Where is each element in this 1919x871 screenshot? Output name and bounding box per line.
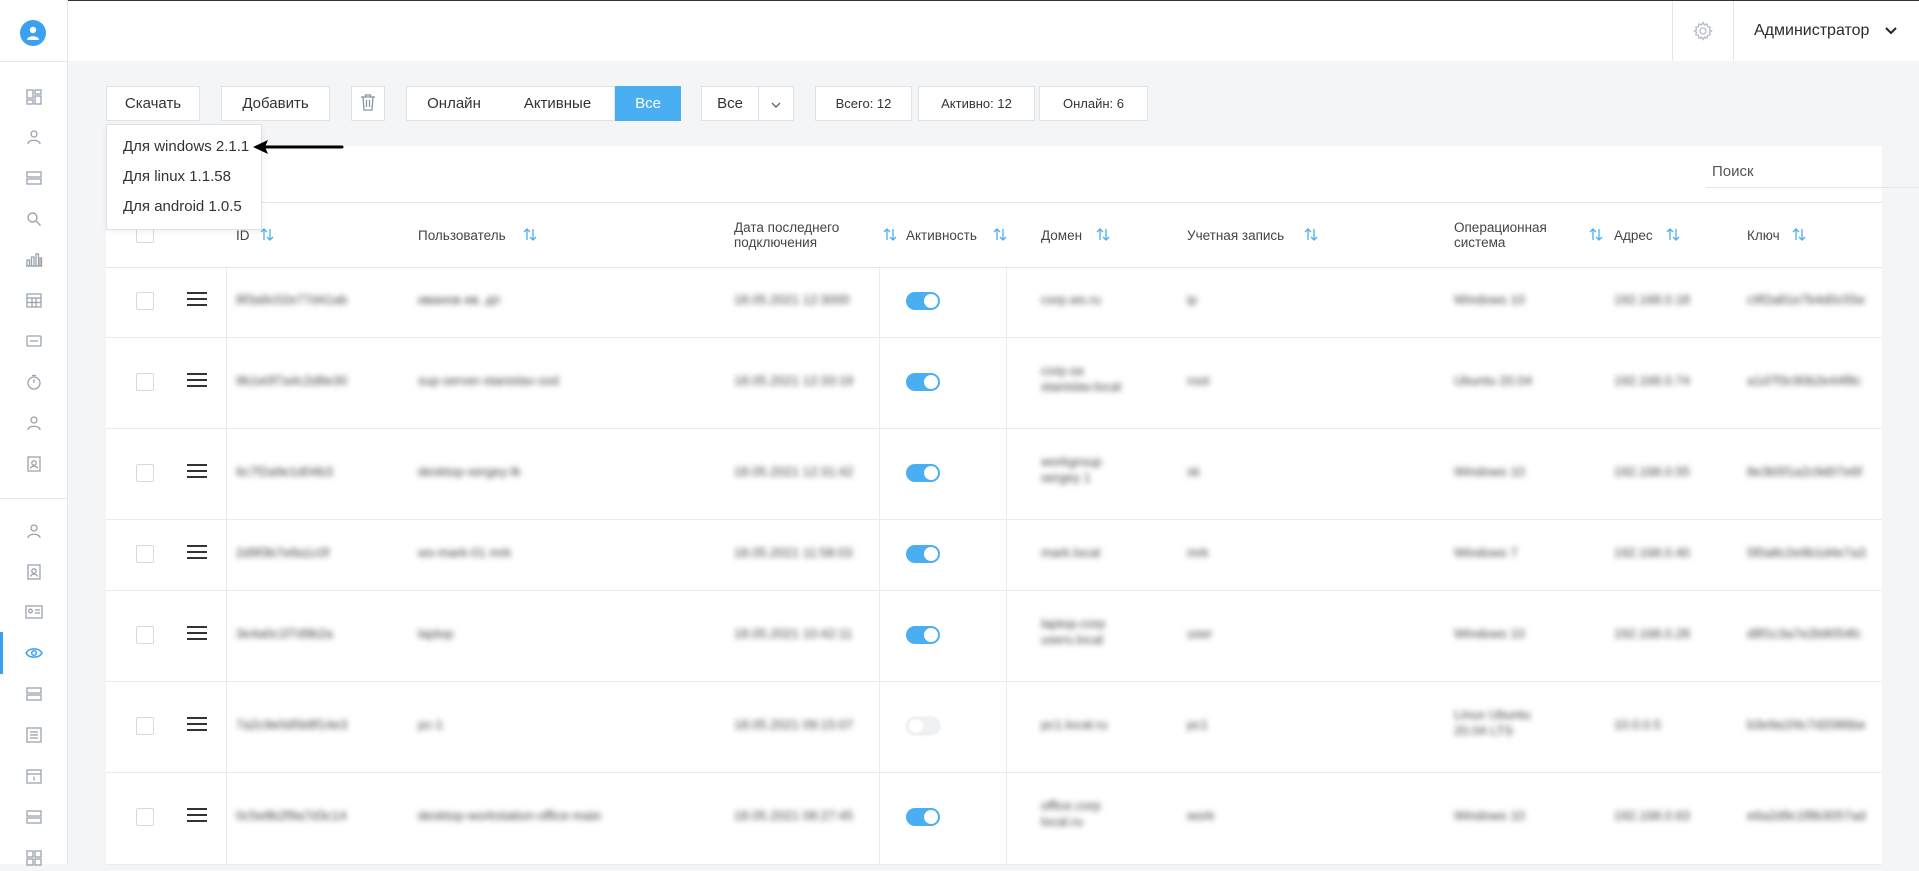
download-android-option[interactable]: Для android 1.0.5 bbox=[123, 198, 242, 215]
dashboard-icon[interactable] bbox=[17, 845, 51, 871]
tab-online[interactable]: Онлайн bbox=[406, 86, 502, 121]
column-key[interactable]: Ключ bbox=[1747, 228, 1780, 243]
server-icon[interactable] bbox=[17, 804, 51, 830]
download-windows-option[interactable]: Для windows 2.1.1 bbox=[123, 138, 249, 155]
column-id[interactable]: ID bbox=[236, 228, 250, 243]
sidebar-active-indicator bbox=[0, 632, 3, 674]
list-icon[interactable] bbox=[17, 722, 51, 748]
trash-icon bbox=[360, 93, 376, 115]
sort-icon[interactable] bbox=[1096, 228, 1110, 241]
sort-icon[interactable] bbox=[1589, 228, 1603, 241]
activity-toggle[interactable] bbox=[906, 626, 940, 644]
activity-toggle[interactable] bbox=[906, 373, 940, 391]
tab-active[interactable]: Активные bbox=[501, 86, 615, 121]
activity-toggle[interactable] bbox=[906, 545, 940, 563]
calendar-icon[interactable] bbox=[17, 763, 51, 789]
settings-gear-icon[interactable] bbox=[1672, 1, 1733, 61]
row-checkbox[interactable] bbox=[136, 292, 154, 310]
activity-toggle[interactable] bbox=[906, 808, 940, 826]
table-header: ID Пользователь Дата последнего подключен… bbox=[106, 202, 1882, 268]
online-count-badge: Онлайн: 6 bbox=[1039, 86, 1148, 121]
row-checkbox[interactable] bbox=[136, 717, 154, 735]
sort-icon[interactable] bbox=[993, 228, 1007, 241]
column-address[interactable]: Адрес bbox=[1614, 228, 1653, 243]
server-icon[interactable] bbox=[17, 165, 51, 191]
download-button[interactable]: Скачать bbox=[106, 86, 200, 121]
id-card-icon[interactable] bbox=[17, 599, 51, 625]
top-bar: Администратор bbox=[68, 0, 1919, 61]
table-row[interactable]: 9b1e0f7a4c2d8e30 sup-server-stanislav-ss… bbox=[106, 337, 1882, 429]
user-icon[interactable] bbox=[17, 518, 51, 544]
row-checkbox[interactable] bbox=[136, 464, 154, 482]
user-name: Администратор bbox=[1754, 22, 1870, 39]
chevron-down-icon bbox=[771, 95, 781, 112]
search-input[interactable] bbox=[1706, 156, 1918, 186]
status-select[interactable]: Все bbox=[701, 86, 759, 121]
row-checkbox[interactable] bbox=[136, 373, 154, 391]
user-menu[interactable]: Администратор bbox=[1733, 1, 1919, 61]
calendar-icon[interactable] bbox=[17, 287, 51, 313]
table-row[interactable]: 6c7f2a9e1d04b3 desktop-sergey-lk 18.05.2… bbox=[106, 428, 1882, 520]
delete-button[interactable] bbox=[351, 86, 385, 121]
table-row[interactable]: 8f3a9c02e77d41ab иванов ив. дп 18.05.202… bbox=[106, 266, 1882, 338]
row-menu-icon[interactable] bbox=[187, 288, 207, 310]
search-box bbox=[1706, 156, 1919, 188]
activity-toggle[interactable] bbox=[906, 464, 940, 482]
sort-icon[interactable] bbox=[260, 228, 274, 241]
search-icon[interactable] bbox=[17, 206, 51, 232]
column-domain[interactable]: Домен bbox=[1041, 228, 1082, 243]
sort-icon[interactable] bbox=[1304, 228, 1318, 241]
active-count-badge: Активно: 12 bbox=[918, 86, 1035, 121]
chart-icon[interactable] bbox=[17, 246, 51, 272]
table-row[interactable]: 0c5e8b2f9a7d3c14 desktop-workstation-off… bbox=[106, 772, 1882, 865]
row-checkbox[interactable] bbox=[136, 545, 154, 563]
sort-icon[interactable] bbox=[1792, 228, 1806, 241]
user-icon[interactable] bbox=[17, 410, 51, 436]
row-menu-icon[interactable] bbox=[187, 460, 207, 482]
download-linux-option[interactable]: Для linux 1.1.58 bbox=[123, 168, 231, 185]
timer-icon[interactable] bbox=[17, 369, 51, 395]
status-select-toggle[interactable] bbox=[758, 86, 794, 121]
column-account[interactable]: Учетная запись bbox=[1187, 228, 1284, 243]
row-menu-icon[interactable] bbox=[187, 541, 207, 563]
row-checkbox[interactable] bbox=[136, 626, 154, 644]
sort-icon[interactable] bbox=[883, 228, 897, 241]
column-activity[interactable]: Активность bbox=[906, 228, 977, 243]
sort-icon[interactable] bbox=[1666, 228, 1680, 241]
activity-toggle[interactable] bbox=[906, 717, 940, 735]
pointer-arrow-icon bbox=[253, 140, 344, 154]
row-menu-icon[interactable] bbox=[187, 804, 207, 826]
row-menu-icon[interactable] bbox=[187, 622, 207, 644]
tab-all[interactable]: Все bbox=[615, 86, 681, 121]
chevron-down-icon bbox=[1885, 22, 1898, 40]
eye-icon[interactable] bbox=[17, 640, 51, 666]
column-os[interactable]: Операционная система bbox=[1454, 220, 1547, 250]
table-row[interactable]: 3e4a0c1f7d9b2a laptop 18.05.2021 10:42:1… bbox=[106, 590, 1882, 682]
column-user[interactable]: Пользователь bbox=[418, 228, 506, 243]
column-last-connection[interactable]: Дата последнего подключения bbox=[734, 220, 839, 250]
download-dropdown-menu: Для windows 2.1.1 Для linux 1.1.58 Для a… bbox=[106, 124, 262, 230]
contact-icon[interactable] bbox=[17, 559, 51, 585]
total-count-badge: Всего: 12 bbox=[815, 86, 912, 121]
row-checkbox[interactable] bbox=[136, 808, 154, 826]
activity-toggle[interactable] bbox=[906, 292, 940, 310]
row-menu-icon[interactable] bbox=[187, 369, 207, 391]
server-icon[interactable] bbox=[17, 681, 51, 707]
table-row[interactable]: 7a2c9e0d5b8f14e3 pc-1 18.05.2021 09:15:0… bbox=[106, 681, 1882, 773]
devices-table-panel: ID Пользователь Дата последнегоподключен… bbox=[106, 146, 1919, 865]
contact-icon[interactable] bbox=[17, 451, 51, 477]
user-icon[interactable] bbox=[17, 124, 51, 150]
add-button[interactable]: Добавить bbox=[221, 86, 330, 121]
sidebar bbox=[0, 0, 68, 866]
row-menu-icon[interactable] bbox=[187, 713, 207, 735]
sort-icon[interactable] bbox=[523, 228, 537, 241]
app-logo-icon[interactable] bbox=[20, 20, 46, 46]
dashboard-icon[interactable] bbox=[17, 84, 51, 110]
table-row[interactable]: 2d9f3b7e8a1c0f ws-mark-01 mrk 18.05.2021… bbox=[106, 519, 1882, 591]
card-icon[interactable] bbox=[17, 328, 51, 354]
